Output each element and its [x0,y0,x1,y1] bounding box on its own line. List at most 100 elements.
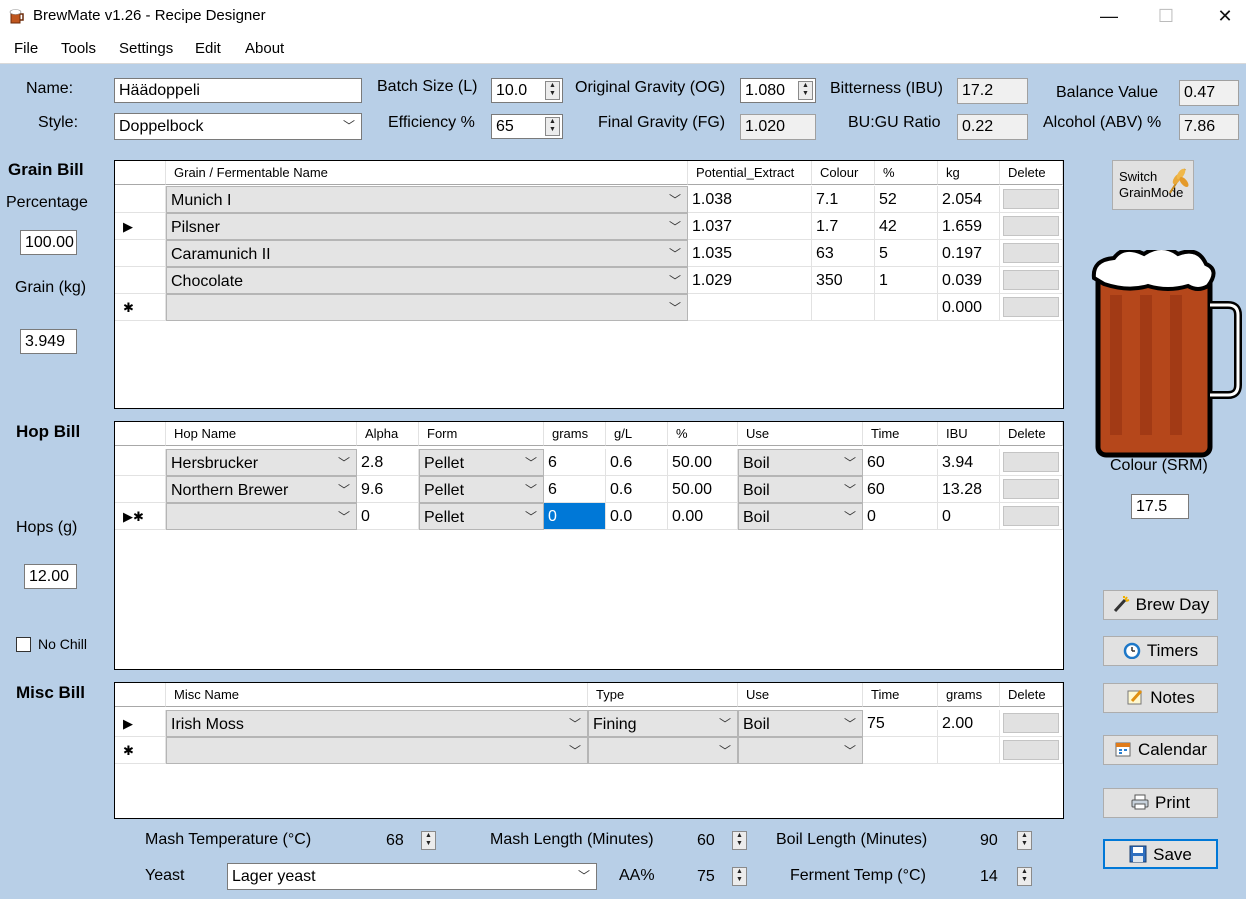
print-button[interactable]: Print [1103,788,1218,818]
new-row-marker[interactable]: ✱ [115,737,166,764]
delete-cell[interactable] [1000,294,1063,321]
time-cell[interactable]: 75 [863,710,938,737]
hop-col-ibu[interactable]: IBU [938,422,1000,446]
ibu-cell[interactable]: 13.28 [938,476,1000,503]
spin-arrows-icon[interactable]: ▲ ▼ [732,831,747,850]
spin-arrows-icon[interactable]: ▲ ▼ [421,831,436,850]
hop-col-time[interactable]: Time [863,422,938,446]
hop-col-pct[interactable]: % [668,422,738,446]
alpha-cell[interactable]: 2.8 [357,449,419,476]
use-cell[interactable]: Boil ﹀ [738,710,863,737]
delete-cell[interactable] [1000,476,1063,503]
spin-arrows-icon[interactable]: ▲ ▼ [798,81,813,100]
use-cell[interactable]: Boil ﹀ [738,503,863,530]
use-cell[interactable]: Boil ﹀ [738,476,863,503]
no-chill-checkbox[interactable] [16,637,31,652]
row-marker[interactable] [115,449,166,476]
misc-col-time[interactable]: Time [863,683,938,707]
extract-cell[interactable]: 1.038 [688,186,812,213]
calendar-button[interactable]: Calendar [1103,735,1218,765]
save-button[interactable]: Save [1103,839,1218,869]
maximize-button[interactable]: ☐ [1141,0,1191,33]
spin-arrows-icon[interactable]: ▲ ▼ [545,81,560,100]
hop-name-cell[interactable]: Hersbrucker ﹀ [166,449,357,476]
aa-stepper[interactable]: 75 ▲ ▼ [692,864,750,889]
switch-grainmode-button[interactable]: Switch GrainMode [1112,160,1194,210]
form-cell[interactable]: Pellet ﹀ [419,476,544,503]
close-button[interactable]: ✕ [1200,0,1246,33]
kg-cell[interactable]: 2.054 [938,186,1000,213]
spin-arrows-icon[interactable]: ▲ ▼ [545,117,560,136]
colour-cell[interactable]: 1.7 [812,213,875,240]
colour-cell[interactable]: 7.1 [812,186,875,213]
type-cell[interactable]: Fining ﹀ [588,710,738,737]
delete-button[interactable] [1003,479,1059,499]
hop-col-alpha[interactable]: Alpha [357,422,419,446]
ibu-cell[interactable]: 3.94 [938,449,1000,476]
hop-name-cell[interactable]: Northern Brewer ﹀ [166,476,357,503]
yeast-select[interactable]: Lager yeast ﹀ [227,863,597,890]
alpha-cell[interactable]: 9.6 [357,476,419,503]
menu-settings[interactable]: Settings [119,33,173,64]
misc-col-use[interactable]: Use [738,683,863,707]
delete-button[interactable] [1003,270,1059,290]
grain-col-extract[interactable]: Potential_Extract [688,161,812,185]
grain-name-cell[interactable]: ﹀ [166,294,688,321]
row-marker[interactable] [115,267,166,294]
batch-size-stepper[interactable]: 10.0 ▲ ▼ [491,78,563,103]
menu-about[interactable]: About [245,33,284,64]
delete-cell[interactable] [1000,267,1063,294]
alpha-cell[interactable]: 0 [357,503,419,530]
new-row-marker[interactable]: ▶✱ [115,503,166,530]
spin-arrows-icon[interactable]: ▲ ▼ [1017,867,1032,886]
pct-cell[interactable]: 1 [875,267,938,294]
misc-name-cell[interactable]: Irish Moss ﹀ [166,710,588,737]
delete-button[interactable] [1003,740,1059,760]
grams-cell[interactable]: 2.00 [938,710,1000,737]
style-select[interactable]: Doppelbock ﹀ [114,113,362,140]
delete-cell[interactable] [1000,240,1063,267]
misc-col-delete[interactable]: Delete [1000,683,1063,707]
grain-name-cell[interactable]: Chocolate ﹀ [166,267,688,294]
pct-cell[interactable]: 50.00 [668,476,738,503]
use-cell[interactable]: ﹀ [738,737,863,764]
row-marker[interactable]: ▶ [115,213,166,240]
boil-length-stepper[interactable]: 90 ▲ ▼ [975,828,1035,853]
grain-name-cell[interactable]: Pilsner ﹀ [166,213,688,240]
hop-col-grams[interactable]: grams [544,422,606,446]
delete-button[interactable] [1003,506,1059,526]
misc-name-cell[interactable]: ﹀ [166,737,588,764]
misc-col-grams[interactable]: grams [938,683,1000,707]
time-cell[interactable] [863,737,938,764]
brew-day-button[interactable]: Brew Day [1103,590,1218,620]
delete-cell[interactable] [1000,503,1063,530]
grams-cell[interactable]: 6 [544,449,606,476]
grain-name-cell[interactable]: Munich I ﹀ [166,186,688,213]
spin-arrows-icon[interactable]: ▲ ▼ [732,867,747,886]
pct-cell[interactable]: 52 [875,186,938,213]
type-cell[interactable]: ﹀ [588,737,738,764]
extract-cell[interactable]: 1.037 [688,213,812,240]
new-row-marker[interactable]: ✱ [115,294,166,321]
grain-col-name[interactable]: Grain / Fermentable Name [166,161,688,185]
extract-cell[interactable]: 1.029 [688,267,812,294]
gl-cell[interactable]: 0.0 [606,503,668,530]
pct-cell[interactable]: 42 [875,213,938,240]
time-cell[interactable]: 60 [863,476,938,503]
menu-edit[interactable]: Edit [195,33,221,64]
delete-button[interactable] [1003,452,1059,472]
row-marker[interactable]: ▶ [115,710,166,737]
delete-cell[interactable] [1000,213,1063,240]
kg-cell[interactable]: 0.197 [938,240,1000,267]
menu-file[interactable]: File [14,33,38,64]
hop-col-delete[interactable]: Delete [1000,422,1063,446]
minimize-button[interactable]: — [1084,0,1134,33]
spin-arrows-icon[interactable]: ▲ ▼ [1017,831,1032,850]
ibu-cell[interactable]: 0 [938,503,1000,530]
row-marker[interactable] [115,240,166,267]
delete-button[interactable] [1003,297,1059,317]
timers-button[interactable]: Timers [1103,636,1218,666]
pct-cell[interactable]: 50.00 [668,449,738,476]
delete-button[interactable] [1003,713,1059,733]
kg-cell[interactable]: 1.659 [938,213,1000,240]
